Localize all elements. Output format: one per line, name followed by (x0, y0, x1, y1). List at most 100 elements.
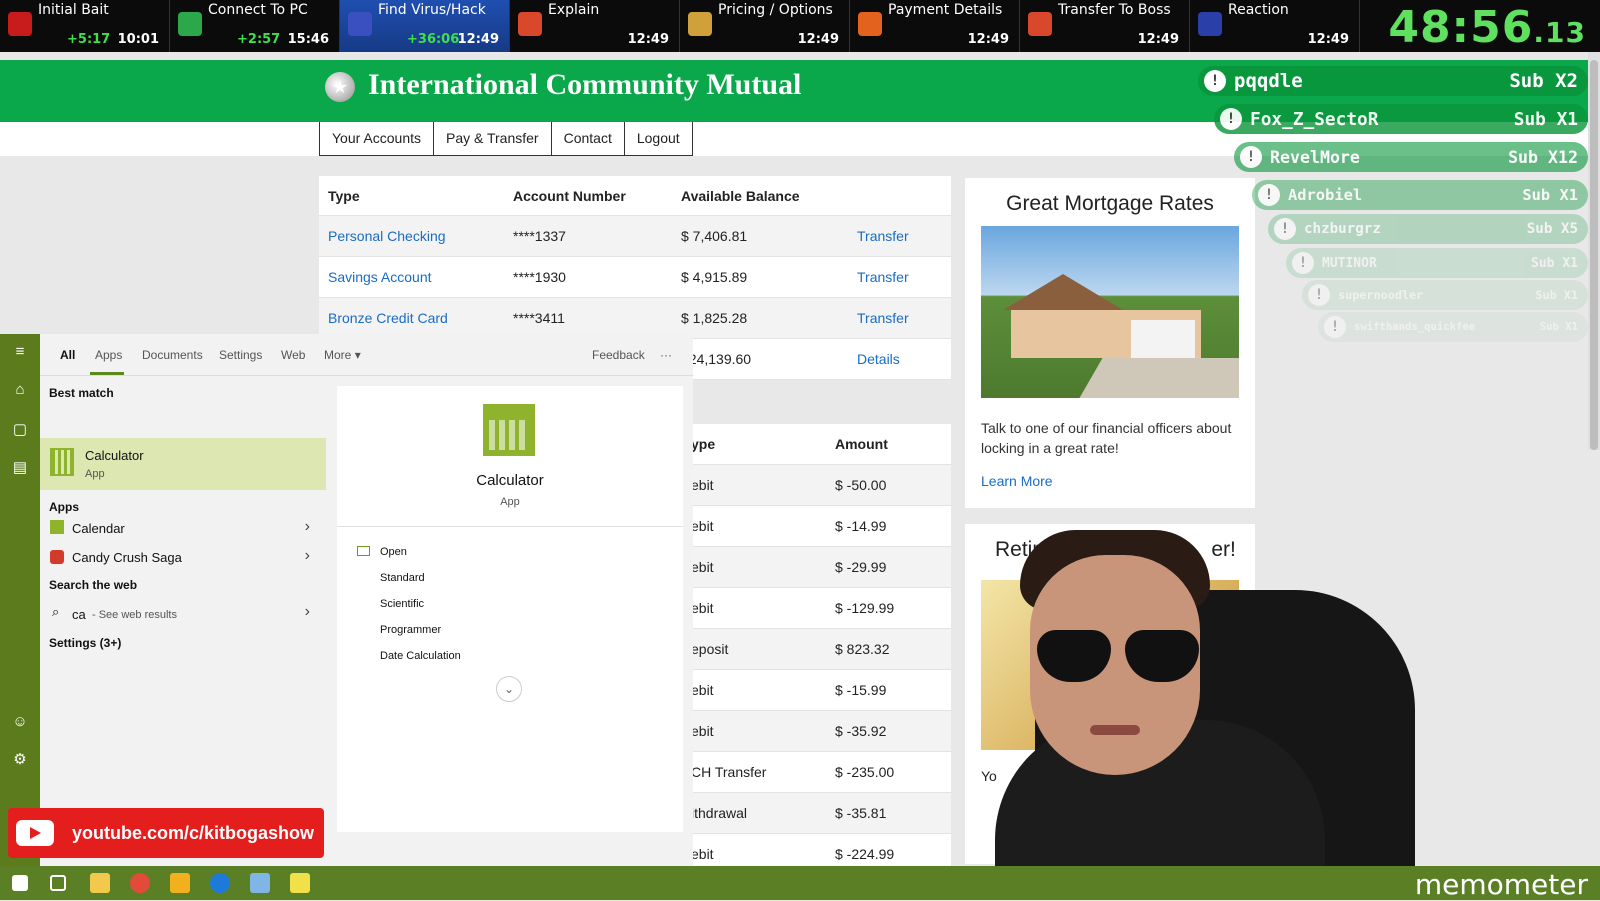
transaction-amount: $ -35.81 (835, 805, 887, 821)
account-number: ****3411 (513, 310, 565, 326)
best-match-label: Best match (49, 386, 114, 400)
alert-icon: ! (1240, 146, 1262, 168)
file-explorer-icon[interactable] (90, 873, 110, 893)
transaction-amount: $ -15.99 (835, 682, 887, 698)
sub-name: supernoodler (1338, 288, 1424, 302)
notepad-icon[interactable] (250, 873, 270, 893)
chrome-icon[interactable] (130, 873, 150, 893)
transaction-type: ebit (691, 846, 714, 862)
split-segment: Find Virus/Hack +36:06 12:49 (340, 0, 510, 52)
sub-count: Sub X2 (1509, 70, 1578, 92)
sticky-notes-icon[interactable] (290, 873, 310, 893)
warning-app-icon[interactable] (170, 873, 190, 893)
sub-name: RevelMore (1270, 147, 1360, 167)
transaction-type: ebit (691, 477, 714, 493)
apps-label: Apps (49, 500, 79, 514)
web-suffix: - See web results (92, 609, 177, 621)
preview-kind: App (500, 496, 520, 508)
split-icon (688, 12, 712, 36)
expand-chevron-icon[interactable]: ⌄ (496, 676, 522, 702)
streamer-webcam (955, 520, 1425, 866)
user-icon[interactable]: ☺ (10, 712, 30, 732)
nav-your-accounts[interactable]: Your Accounts (319, 122, 434, 156)
tab-web[interactable]: Web (281, 348, 305, 362)
header-amount: Amount (835, 436, 888, 452)
sub-alert: ! supernoodler Sub X1 (1302, 280, 1588, 310)
sub-alert: ! Adrobiel Sub X1 (1252, 180, 1588, 210)
account-type-link[interactable]: Savings Account (319, 269, 513, 285)
table-row: ebit $ -29.99 (687, 547, 951, 588)
teamviewer-icon[interactable] (210, 873, 230, 893)
settings-results[interactable]: Settings (3+) (49, 636, 121, 650)
best-match-calculator[interactable]: Calculator App (40, 438, 326, 490)
action-scientific[interactable]: Scientific (380, 598, 424, 610)
building-icon[interactable]: ▤ (10, 458, 30, 478)
split-time: 12:49 (967, 32, 1009, 47)
table-row: CH Transfer $ -235.00 (687, 752, 951, 793)
split-segment: Payment Details 12:49 (850, 0, 1020, 52)
transfer-link[interactable]: Transfer (857, 228, 951, 244)
windows-start-icon[interactable] (12, 875, 28, 891)
transfer-link[interactable]: Transfer (857, 310, 951, 326)
tab-more[interactable]: More ▾ (324, 348, 361, 362)
sub-count: Sub X1 (1513, 108, 1578, 130)
start-rail: ≡ ⌂ ▢ ▤ ☺ ⚙ (0, 334, 40, 866)
document-icon[interactable]: ▢ (10, 420, 30, 440)
account-balance: $ 4,915.89 (681, 269, 748, 285)
sub-alert: ! RevelMore Sub X12 (1234, 142, 1588, 172)
nav-logout[interactable]: Logout (623, 122, 693, 156)
tab-documents[interactable]: Documents (142, 348, 203, 362)
transaction-type: ebit (691, 559, 714, 575)
split-icon (8, 12, 32, 36)
transactions-header-row: ype Amount (687, 424, 951, 465)
sub-count: Sub X1 (1539, 321, 1578, 333)
search-icon: ⌕ (52, 604, 60, 619)
gear-icon[interactable]: ⚙ (10, 750, 30, 770)
sub-alert: ! swifthands_quickfee Sub X1 (1318, 312, 1588, 342)
split-time: 10:01 (117, 32, 159, 47)
details-link[interactable]: Details (857, 351, 951, 367)
tab-apps[interactable]: Apps (95, 348, 122, 362)
split-name: Transfer To Boss (1058, 2, 1171, 18)
youtube-banner: youtube.com/c/kitbogashow (8, 808, 324, 858)
more-options-button[interactable]: ··· (660, 348, 672, 362)
tab-all[interactable]: All (60, 348, 75, 362)
chevron-down-icon: ▾ (354, 348, 361, 362)
nav-contact[interactable]: Contact (550, 122, 625, 156)
split-segment: Pricing / Options 12:49 (680, 0, 850, 52)
learn-more-link[interactable]: Learn More (981, 473, 1053, 489)
sub-count: Sub X5 (1526, 221, 1578, 237)
feedback-button[interactable]: Feedback (592, 348, 645, 362)
sub-alert: ! Fox_Z_SectoR Sub X1 (1214, 104, 1588, 134)
split-name: Pricing / Options (718, 2, 833, 18)
header-type: Type (328, 187, 360, 204)
header-available-balance: Available Balance (681, 187, 800, 204)
transfer-link[interactable]: Transfer (857, 269, 951, 285)
split-name: Payment Details (888, 2, 1003, 18)
home-icon[interactable]: ⌂ (10, 380, 30, 400)
account-type-link[interactable]: Bronze Credit Card (319, 310, 513, 326)
table-row: ithdrawal $ -35.81 (687, 793, 951, 834)
transaction-type: CH Transfer (691, 764, 767, 780)
action-programmer[interactable]: Programmer (380, 624, 441, 636)
sub-alert: ! pqqdle Sub X2 (1198, 66, 1588, 96)
action-standard[interactable]: Standard (380, 572, 425, 584)
nav-pay-transfer[interactable]: Pay & Transfer (433, 122, 552, 156)
transaction-type: ithdrawal (691, 805, 748, 821)
action-date-calculation[interactable]: Date Calculation (380, 650, 461, 662)
split-time: 12:49 (1307, 32, 1349, 47)
chevron-right-icon: › (304, 603, 310, 620)
alert-icon: ! (1258, 184, 1280, 206)
account-type-link[interactable]: Personal Checking (319, 228, 513, 244)
tab-settings[interactable]: Settings (219, 348, 262, 362)
hamburger-icon[interactable]: ≡ (10, 342, 30, 362)
table-row: Bronze Credit Card ****3411 $ 1,825.28 T… (319, 298, 951, 339)
app-name: Candy Crush Saga (72, 550, 182, 565)
split-icon (518, 12, 542, 36)
memometer-watermark: memometer (1414, 868, 1588, 901)
page-scrollbar-thumb[interactable] (1590, 60, 1598, 450)
calculator-icon (483, 404, 535, 456)
task-view-icon[interactable] (50, 875, 66, 891)
action-open[interactable]: Open (380, 546, 407, 558)
account-balance: $ 1,825.28 (681, 310, 748, 326)
